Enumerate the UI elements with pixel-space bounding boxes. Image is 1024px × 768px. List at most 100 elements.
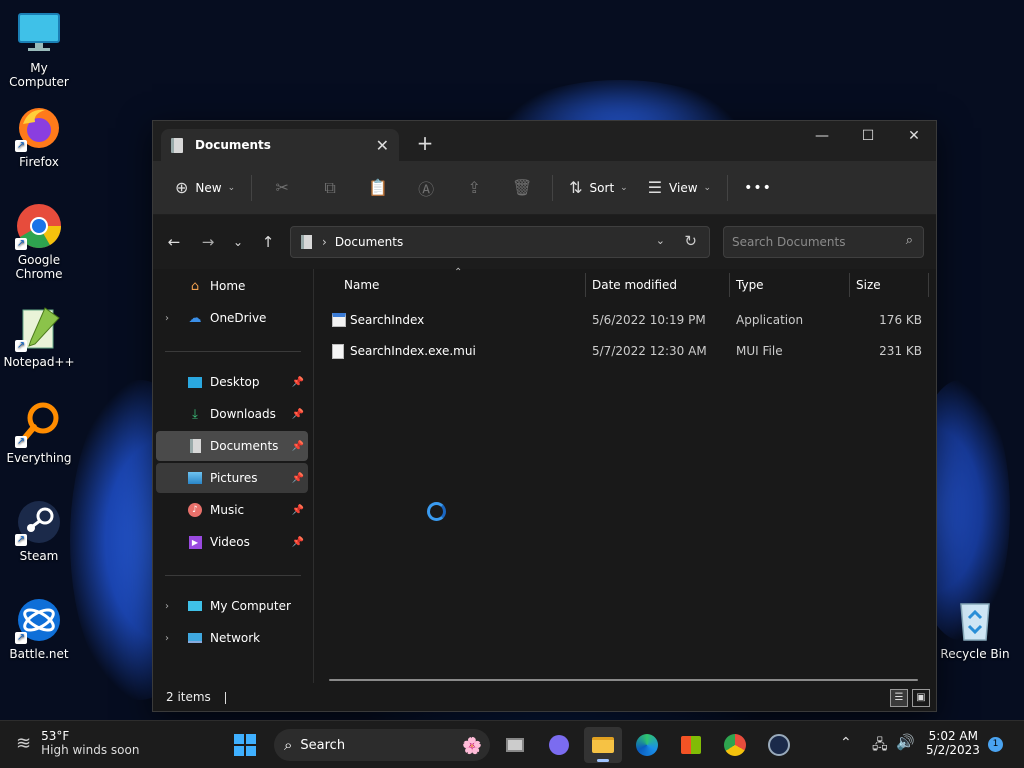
task-view-button[interactable] [496,727,534,763]
delete-icon[interactable]: 🗑 [498,172,546,204]
cloud-icon: ☁ [188,310,202,326]
desktop-icon-recycle-bin[interactable]: Recycle Bin [936,596,1014,661]
column-header-size[interactable]: Size [850,269,881,301]
desktop-icon-notepadpp[interactable]: ↗ Notepad++ [0,304,78,369]
table-row[interactable]: SearchIndex.exe.mui 5/7/2022 12:30 AM MU… [328,336,922,366]
large-icons-view-button[interactable]: ▣ [912,689,930,707]
new-button[interactable]: ⊕ New ⌄ [165,172,245,204]
sidebar-item-label: Documents [210,439,279,453]
desktop-icon-battlenet[interactable]: ↗ Battle.net [0,596,78,661]
tab-documents[interactable]: Documents ✕ [161,129,399,161]
chevron-right-icon[interactable]: › [165,633,169,644]
address-dropdown-icon[interactable]: ⌄ [656,234,665,247]
sidebar-item-my-computer[interactable]: › My Computer [156,591,308,621]
sidebar-item-label: Home [210,279,246,293]
show-hidden-icons-button[interactable]: ⌃ [840,735,852,751]
shortcut-arrow-icon: ↗ [15,340,27,352]
documents-icon [186,438,204,454]
sidebar-item-videos[interactable]: ▶ Videos 📌 [156,527,308,557]
sidebar-item-label: Downloads [210,407,276,421]
store-taskbar-button[interactable] [672,727,710,763]
pin-icon[interactable]: 📌 [292,473,304,484]
file-type: MUI File [736,344,783,358]
sort-button[interactable]: ⇅ Sort ⌄ [559,172,638,204]
paste-icon[interactable]: 📋 [354,172,402,204]
pin-icon[interactable]: 📌 [292,409,304,420]
chevron-right-icon[interactable]: › [165,601,169,612]
notepadpp-icon: ↗ [15,304,63,352]
taskbar-search[interactable]: ⌕ Search 🌸 [274,729,490,761]
sidebar-item-home[interactable]: ⌂ Home [156,271,308,301]
back-button[interactable]: ← [159,229,189,255]
pin-icon[interactable]: 📌 [292,537,304,548]
sidebar-item-label: My Computer [210,599,291,613]
battlenet-icon: ↗ [15,596,63,644]
up-button[interactable]: ↑ [253,229,283,255]
sidebar-item-label: Music [210,503,245,517]
desktop-icon-chrome[interactable]: ↗ Google Chrome [0,202,78,281]
edge-icon [636,734,658,756]
music-icon: ♪ [186,502,204,518]
column-separator[interactable] [928,273,929,297]
address-bar[interactable]: › Documents ⌄ ↻ [290,226,710,258]
desktop-icon-firefox[interactable]: ↗ Firefox [0,104,78,169]
edge-taskbar-button[interactable] [628,727,666,763]
network-tray-icon[interactable]: 🖧 [872,734,888,758]
column-header-type[interactable]: Type [730,269,764,301]
sidebar-item-documents[interactable]: Documents 📌 [156,431,308,461]
refresh-icon[interactable]: ↻ [684,232,697,250]
view-button[interactable]: ☰ View ⌄ [638,172,721,204]
close-window-button[interactable]: ✕ [891,121,937,153]
notification-badge[interactable]: 1 [988,737,1003,752]
sidebar-item-downloads[interactable]: ⤓ Downloads 📌 [156,399,308,429]
sidebar-item-network[interactable]: › Network [156,623,308,653]
sidebar-item-onedrive[interactable]: › ☁ OneDrive [156,303,308,333]
desktop-icon-my-computer[interactable]: My Computer [0,10,78,89]
pin-icon[interactable]: 📌 [292,505,304,516]
sort-icon: ⇅ [569,178,583,197]
sidebar-item-pictures[interactable]: Pictures 📌 [156,463,308,493]
sidebar-item-label: OneDrive [210,311,267,325]
more-options-button[interactable]: ••• [734,172,782,204]
share-icon[interactable]: ⇪ [450,172,498,204]
file-explorer-taskbar-button[interactable] [584,727,622,763]
details-view-button[interactable]: ☰ [890,689,908,707]
chevron-right-icon[interactable]: › [165,313,169,324]
horizontal-scrollbar[interactable] [329,679,918,681]
teams-chat-button[interactable] [540,727,578,763]
column-header-name[interactable]: Name [338,269,379,301]
file-name: SearchIndex.exe.mui [350,344,476,358]
title-bar[interactable]: Documents ✕ + — ☐ ✕ [153,121,936,161]
desktop-icon-everything[interactable]: ↗ Everything [0,400,78,465]
sidebar-item-desktop[interactable]: Desktop 📌 [156,367,308,397]
maximize-button[interactable]: ☐ [845,121,891,153]
status-bar: 2 items ☰ ▣ [153,683,936,711]
search-input[interactable] [732,235,892,249]
column-header-date[interactable]: Date modified [586,269,677,301]
search-box[interactable]: ⌕ [723,226,924,258]
table-row[interactable]: SearchIndex 5/6/2022 10:19 PM Applicatio… [328,305,922,335]
pin-icon[interactable]: 📌 [292,441,304,452]
weather-widget[interactable]: ≋ 53°F High winds soon [16,729,139,757]
new-tab-button[interactable]: + [415,129,435,157]
sidebar-item-music[interactable]: ♪ Music 📌 [156,495,308,525]
minimize-button[interactable]: — [799,121,845,153]
volume-icon[interactable]: 🔊 [896,733,915,751]
rename-icon[interactable]: Ⓐ [402,172,450,204]
clock[interactable]: 5:02 AM 5/2/2023 [926,729,980,757]
recent-locations-button[interactable]: ⌄ [223,229,253,255]
close-tab-icon[interactable]: ✕ [376,136,389,155]
chrome-taskbar-button[interactable] [716,727,754,763]
pin-icon[interactable]: 📌 [292,377,304,388]
start-button[interactable] [226,727,264,763]
desktop-icon-steam[interactable]: ↗ Steam [0,498,78,563]
steam-taskbar-button[interactable] [760,727,798,763]
cut-icon[interactable]: ✂ [258,172,306,204]
search-icon[interactable]: ⌕ [906,233,913,248]
file-size: 231 KB [879,344,922,358]
chevron-down-icon: ⌄ [227,182,236,193]
breadcrumb-documents[interactable]: Documents [335,235,403,249]
copy-icon[interactable]: ⧉ [306,172,354,204]
forward-button[interactable]: → [193,229,223,255]
application-icon [332,313,346,327]
